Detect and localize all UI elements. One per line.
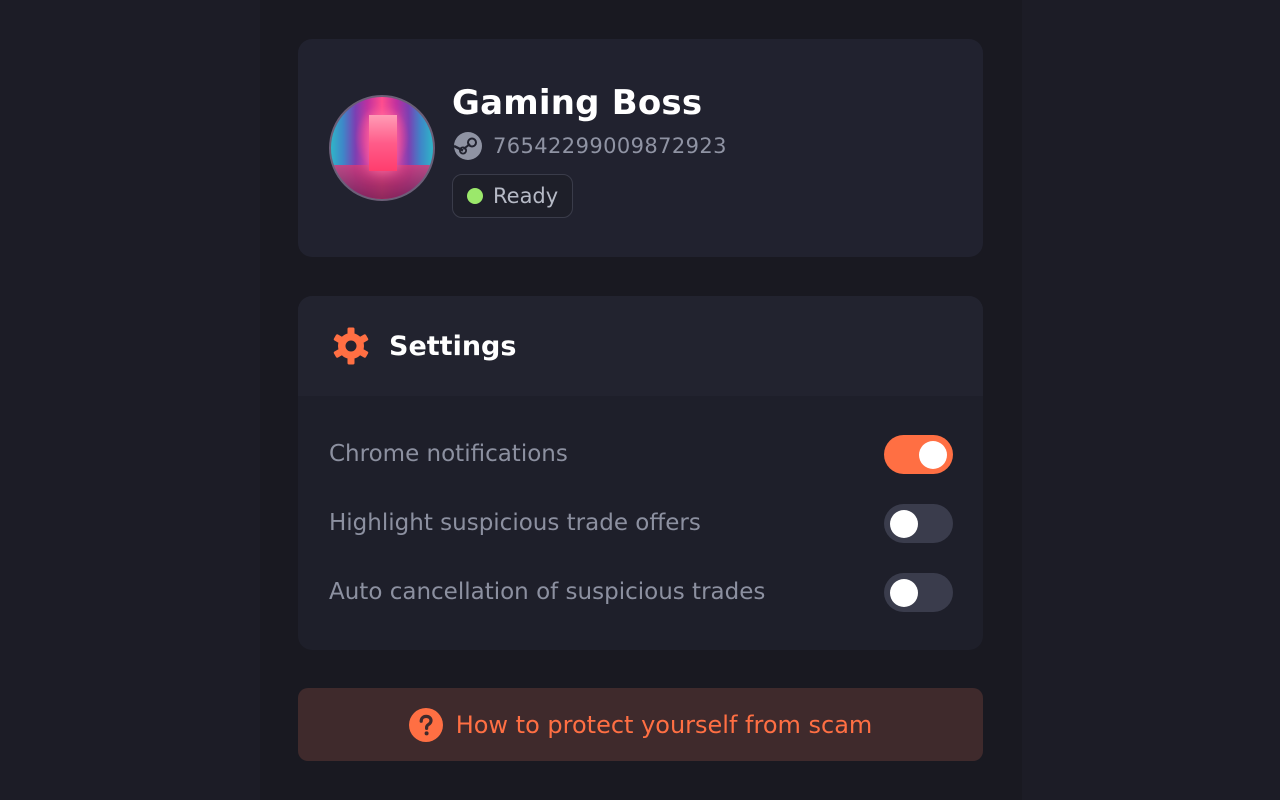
steam-icon bbox=[453, 132, 482, 160]
steam-id-row: 76542299009872923 bbox=[453, 131, 727, 161]
settings-header: Settings bbox=[298, 296, 983, 396]
toggle-switch[interactable] bbox=[884, 503, 953, 543]
scam-help-button[interactable]: How to protect yourself from scam bbox=[298, 688, 983, 761]
steam-id: 76542299009872923 bbox=[493, 134, 727, 158]
setting-label: Highlight suspicious trade offers bbox=[329, 510, 701, 536]
status-text: Ready bbox=[493, 184, 559, 208]
avatar-light bbox=[369, 115, 397, 171]
toggle-knob bbox=[919, 440, 947, 469]
toggle-switch[interactable] bbox=[884, 572, 953, 612]
profile-card: Gaming Boss 76542299009872923 Ready bbox=[298, 39, 983, 257]
toggle-knob bbox=[890, 509, 918, 538]
settings-card: Settings Chrome notifications Highlight … bbox=[298, 296, 983, 650]
toggle-switch[interactable] bbox=[884, 434, 953, 474]
setting-chrome-notifications: Chrome notifications bbox=[329, 434, 953, 474]
status-dot-icon bbox=[467, 188, 483, 204]
setting-label: Auto cancellation of suspicious trades bbox=[329, 579, 766, 605]
setting-highlight-suspicious: Highlight suspicious trade offers bbox=[329, 503, 953, 543]
question-circle-icon bbox=[408, 707, 443, 742]
status-badge: Ready bbox=[452, 174, 574, 218]
profile-name: Gaming Boss bbox=[452, 83, 703, 123]
settings-title: Settings bbox=[389, 330, 517, 362]
setting-label: Chrome notifications bbox=[329, 441, 568, 467]
extension-panel: Gaming Boss 76542299009872923 Ready Sett… bbox=[260, 0, 1022, 800]
toggle-knob bbox=[890, 578, 918, 607]
avatar bbox=[329, 95, 435, 201]
setting-auto-cancellation: Auto cancellation of suspicious trades bbox=[329, 572, 953, 612]
gear-icon bbox=[333, 327, 369, 365]
help-label: How to protect yourself from scam bbox=[455, 710, 873, 739]
